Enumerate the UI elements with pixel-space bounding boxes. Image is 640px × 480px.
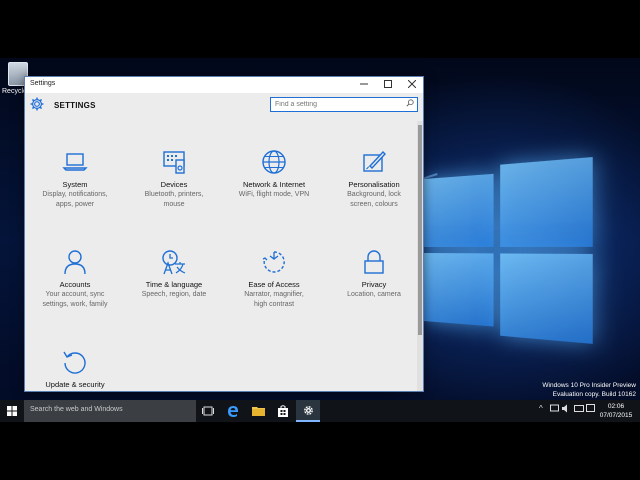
- category-name: Ease of Access: [248, 280, 300, 289]
- window-title: Settings: [30, 80, 56, 87]
- volume-icon[interactable]: [562, 404, 571, 415]
- settings-window: Settings SETTINGS System Display, notifi…: [24, 76, 424, 392]
- paint-icon: [363, 150, 386, 172]
- file-explorer-button[interactable]: [246, 400, 270, 422]
- category-name: System: [62, 180, 88, 189]
- windows-start-icon: [7, 406, 17, 416]
- system-clock[interactable]: 02:06 07/07/2015: [596, 402, 636, 420]
- action-center-icon[interactable]: [586, 404, 595, 415]
- gear-icon: [303, 405, 313, 415]
- category-ease-of-access[interactable]: Ease of Access Narrator, magnifier, high…: [224, 249, 324, 310]
- category-desc: Speech, region, date: [141, 291, 207, 298]
- minimize-button[interactable]: [353, 77, 375, 93]
- category-desc: Narrator, magnifier, high contrast: [244, 291, 304, 308]
- category-desc: Location, camera: [347, 291, 401, 298]
- task-view-icon: [202, 406, 214, 416]
- category-name: Personalisation: [348, 180, 400, 189]
- category-desc: Background, lock screen, colours: [347, 191, 401, 208]
- folder-icon: [251, 407, 265, 416]
- gear-icon: [29, 97, 45, 113]
- category-devices[interactable]: Devices Bluetooth, printers, mouse: [124, 149, 224, 210]
- laptop-icon: [62, 153, 88, 171]
- category-personalisation[interactable]: Personalisation Background, lock screen,…: [324, 149, 423, 210]
- category-time-language[interactable]: Time & language Speech, region, date: [124, 249, 224, 300]
- lock-icon: [364, 250, 384, 274]
- taskbar-search-placeholder: Search the web and Windows: [30, 406, 123, 413]
- category-desc: Display, notifications, apps, power: [42, 191, 108, 208]
- search-input[interactable]: [271, 98, 403, 111]
- settings-header: SETTINGS: [25, 93, 423, 119]
- tray-chevron-up-icon[interactable]: ^: [539, 404, 543, 413]
- taskbar: Search the web and Windows ^ 02:06 07/07…: [0, 400, 640, 422]
- task-view-button[interactable]: [196, 400, 220, 422]
- store-button[interactable]: [271, 400, 295, 422]
- windows-logo-wallpaper: [424, 150, 593, 345]
- category-name: Privacy: [361, 280, 387, 289]
- settings-taskbar-button[interactable]: [296, 400, 320, 422]
- ease-of-access-icon: [262, 251, 285, 273]
- find-setting-search[interactable]: [270, 97, 418, 112]
- letterbox-top: [0, 0, 640, 58]
- title-bar[interactable]: Settings: [25, 77, 423, 93]
- category-system[interactable]: System Display, notifications, apps, pow…: [25, 149, 125, 210]
- category-desc: WiFi, flight mode, VPN: [238, 191, 310, 198]
- taskbar-search-box[interactable]: Search the web and Windows: [24, 400, 196, 422]
- category-name: Update & security: [45, 380, 105, 389]
- maximize-button[interactable]: [377, 77, 399, 93]
- page-title: SETTINGS: [54, 101, 96, 110]
- category-privacy[interactable]: Privacy Location, camera: [324, 249, 423, 300]
- edge-icon: [228, 406, 238, 417]
- globe-icon: [262, 150, 286, 174]
- time-language-icon: [162, 250, 186, 275]
- edge-button[interactable]: [221, 400, 245, 422]
- watermark-line1: Windows 10 Pro Insider Preview: [542, 382, 636, 389]
- devices-icon: [163, 151, 185, 174]
- maximize-icon: [384, 80, 392, 88]
- category-update-security[interactable]: Update & security: [25, 349, 125, 389]
- minimize-icon: [360, 83, 368, 85]
- person-icon: [64, 250, 86, 275]
- clock-date: 07/07/2015: [599, 412, 633, 419]
- category-desc: Your account, sync settings, work, famil…: [42, 291, 108, 308]
- search-icon[interactable]: [406, 99, 414, 109]
- close-button[interactable]: [401, 77, 423, 93]
- category-network[interactable]: Network & Internet WiFi, flight mode, VP…: [224, 149, 324, 200]
- network-icon[interactable]: [550, 404, 559, 415]
- letterbox-bottom: [0, 422, 640, 480]
- category-name: Devices: [160, 180, 188, 189]
- category-desc: Bluetooth, printers, mouse: [144, 191, 204, 208]
- category-accounts[interactable]: Accounts Your account, sync settings, wo…: [25, 249, 125, 310]
- start-button[interactable]: [0, 400, 24, 422]
- watermark-line2: Evaluation copy. Build 10162: [552, 391, 636, 398]
- build-watermark: Windows 10 Pro Insider Preview Evaluatio…: [542, 381, 636, 399]
- keyboard-icon[interactable]: [574, 404, 584, 415]
- category-name: Time & language: [145, 280, 203, 289]
- store-icon: [278, 405, 288, 417]
- category-name: Network & Internet: [242, 180, 306, 189]
- close-icon: [407, 79, 417, 89]
- update-icon: [63, 351, 86, 374]
- category-name: Accounts: [59, 280, 91, 289]
- clock-time: 02:06: [607, 403, 625, 410]
